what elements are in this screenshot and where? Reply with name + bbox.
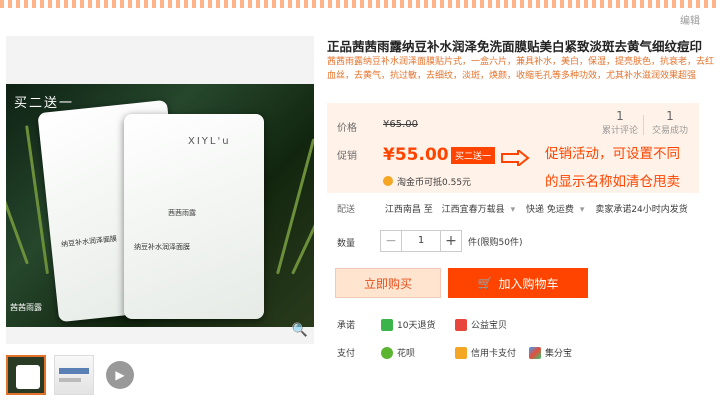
add-to-cart-button[interactable]: 🛒 加入购物车 [448, 268, 588, 298]
image-overlay-promo: 买二送一 [14, 96, 75, 111]
increase-button[interactable]: + [440, 230, 462, 252]
shipping-promise: 卖家承诺24小时内发货 [595, 205, 688, 215]
edit-link[interactable]: 编辑 [680, 12, 700, 27]
buy-now-button[interactable]: 立即购买 [335, 268, 441, 298]
quantity-limit: 件(限购50件) [468, 237, 523, 248]
deals-stat: 1 交易成功 [651, 109, 688, 136]
mask-packet: XIYL'u 茜茜雨露 纳豆补水润泽面膜 [124, 114, 264, 319]
zoom-icon[interactable]: 🔍 [292, 323, 308, 338]
credit-card-item[interactable]: 信用卡支付 [455, 346, 516, 359]
thumbnail-strip: ▶ [6, 355, 134, 395]
credit-card-icon [455, 346, 467, 359]
delivery-to-select[interactable]: 江西宜春万载县 [442, 202, 505, 215]
reviews-stat[interactable]: 1 累计评论 [595, 109, 645, 136]
delivery-row: 配送 江西南昌 至 江西宜春万载县 ▾ 快递 免运费 ▾ 卖家承诺24小时内发货 [337, 202, 694, 215]
huabei-item[interactable]: 花呗 [381, 346, 415, 359]
promise-label: 承诺 [337, 321, 356, 331]
quantity-stepper: − 1 + 件(限购50件) [380, 230, 522, 252]
product-title: 正品茜茜雨露纳豆补水润泽免洗面膜贴美白紧致淡斑去黄气细纹痘印 [327, 39, 703, 54]
taojin-coins: 淘金币可抵0.55元 [383, 175, 471, 188]
delivery-from: 江西南昌 至 [384, 205, 433, 215]
product-subtitle: 茜茜雨露纳豆补水润泽面膜贴片式，一盒六片，兼具补水，美白，保湿，提亮肤色，抗衰老… [327, 57, 715, 81]
returns-item[interactable]: 10天退货 [381, 318, 435, 331]
thumbnail-1[interactable] [6, 355, 46, 395]
cart-icon: 🛒 [477, 276, 493, 290]
main-product-image[interactable]: 纳豆补水润泽面膜 XIYL'u 茜茜雨露 纳豆补水润泽面膜 买二送一 茜茜雨露 … [6, 36, 314, 344]
express-select[interactable]: 快递 免运费 [526, 202, 574, 215]
payment-label: 支付 [337, 349, 356, 359]
play-icon[interactable]: ▶ [106, 361, 134, 389]
stat-divider [643, 115, 644, 135]
top-decorative-strip [0, 0, 720, 8]
image-overlay-brand: 茜茜雨露 [10, 303, 42, 312]
charity-icon [455, 318, 467, 331]
brand-logo: XIYL'u [188, 136, 231, 147]
promo-price: ¥55.00 [383, 145, 449, 165]
coin-icon [383, 176, 393, 186]
charity-item[interactable]: 公益宝贝 [455, 318, 507, 331]
huabei-icon [381, 346, 393, 359]
price-label: 价格 [337, 123, 357, 134]
promo-label: 促销 [337, 151, 357, 162]
product-photo: 纳豆补水润泽面膜 XIYL'u 茜茜雨露 纳豆补水润泽面膜 买二送一 茜茜雨露 [6, 84, 314, 327]
jifenbao-icon [529, 346, 541, 359]
thumbnail-2[interactable] [54, 355, 94, 395]
jifenbao-item[interactable]: 集分宝 [529, 346, 572, 359]
arrow-icon [501, 150, 530, 166]
returns-icon [381, 318, 393, 331]
quantity-label: 数量 [337, 239, 356, 249]
decrease-button[interactable]: − [380, 230, 402, 252]
quantity-input[interactable]: 1 [402, 230, 440, 252]
original-price: ¥65.00 [383, 119, 418, 130]
promo-badge: 买二送一 [451, 147, 496, 164]
annotation-note: 促销活动，可设置不同 的显示名称如清仓甩卖 [545, 146, 680, 190]
